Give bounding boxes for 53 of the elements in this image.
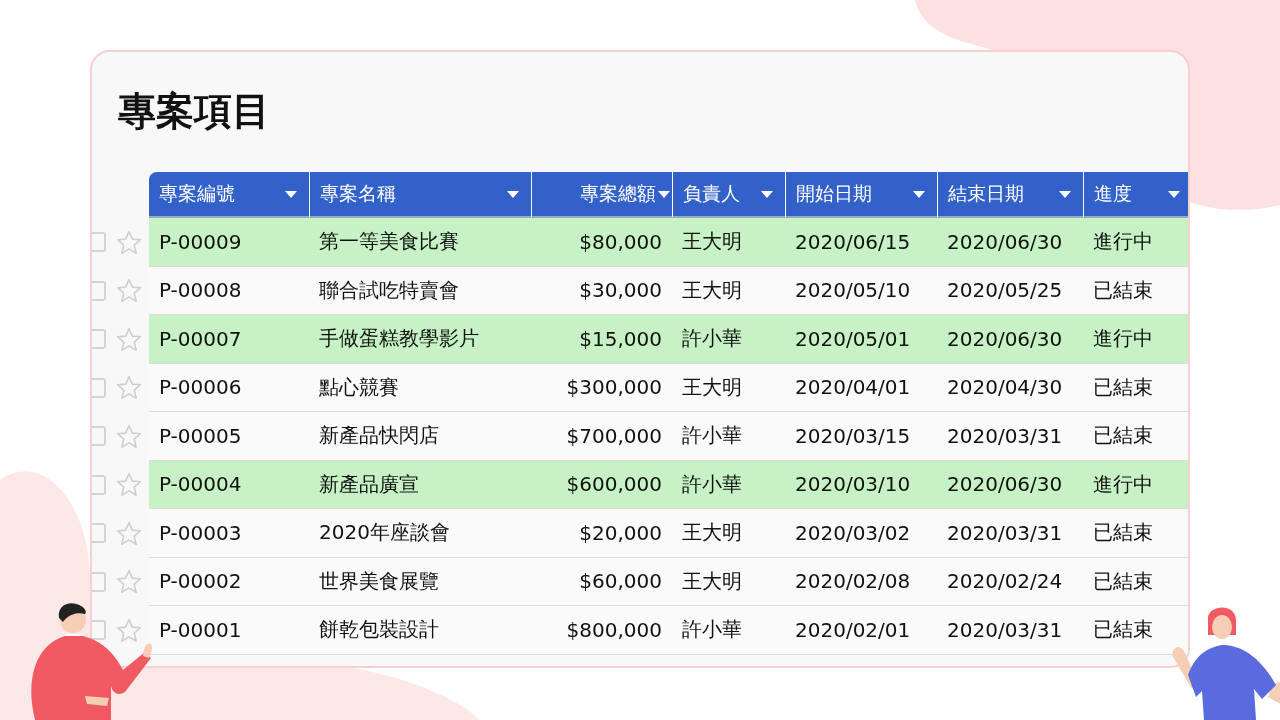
star-icon[interactable] — [116, 617, 142, 643]
table-cell: P-00007 — [149, 315, 309, 364]
table-cell: 許小華 — [672, 460, 785, 509]
checkbox[interactable] — [92, 426, 106, 447]
table-cell: $600,000 — [531, 460, 672, 509]
table-cell: 2020/06/30 — [937, 460, 1083, 509]
caret-icon — [1168, 190, 1180, 198]
table-cell: 進行中 — [1083, 218, 1188, 267]
star-icon[interactable] — [116, 423, 142, 449]
checkbox[interactable] — [92, 571, 106, 592]
table-cell: $15,000 — [531, 315, 672, 364]
column-header[interactable]: 專案編號 — [149, 172, 309, 218]
column-header[interactable]: 專案名稱 — [309, 172, 531, 218]
caret-icon — [507, 190, 519, 198]
caret-icon — [658, 190, 670, 198]
table-cell: 王大明 — [672, 218, 785, 267]
column-header[interactable]: 負責人 — [672, 172, 785, 218]
checkbox[interactable] — [92, 377, 106, 398]
table-cell: 許小華 — [672, 315, 785, 364]
caret-icon — [285, 190, 297, 198]
caret-icon — [913, 190, 925, 198]
table-cell: 新產品廣宣 — [309, 460, 531, 509]
star-icon[interactable] — [116, 278, 142, 304]
checkbox[interactable] — [92, 280, 106, 301]
table-cell: 進行中 — [1083, 460, 1188, 509]
column-header[interactable]: 專案總額 — [531, 172, 672, 218]
column-header[interactable]: 進度 — [1083, 172, 1188, 218]
checkbox[interactable] — [92, 232, 106, 253]
column-header[interactable]: 開始日期 — [785, 172, 937, 218]
table-cell: 2020/06/30 — [937, 315, 1083, 364]
table-cell: P-00009 — [149, 218, 309, 267]
table-cell: 手做蛋糕教學影片 — [309, 315, 531, 364]
checkbox[interactable] — [92, 523, 106, 544]
table-cell: P-00004 — [149, 460, 309, 509]
checkbox[interactable] — [92, 474, 106, 495]
table-cell: 第一等美食比賽 — [309, 218, 531, 267]
table-cell: 2020/06/30 — [937, 218, 1083, 267]
star-icon[interactable] — [116, 472, 142, 498]
table-cell: $80,000 — [531, 218, 672, 267]
star-icon[interactable] — [116, 326, 142, 352]
checkbox[interactable] — [92, 329, 106, 350]
star-icon[interactable] — [116, 520, 142, 546]
star-icon[interactable] — [116, 229, 142, 255]
star-icon[interactable] — [116, 569, 142, 595]
caret-icon — [761, 190, 773, 198]
table-cell: 2020/05/01 — [785, 315, 937, 364]
star-icon[interactable] — [116, 375, 142, 401]
table-cell: 2020/06/15 — [785, 218, 937, 267]
page-title: 專案項目 — [118, 92, 271, 135]
caret-icon — [1059, 190, 1071, 198]
table-cell: 2020/03/10 — [785, 460, 937, 509]
table-cell: 進行中 — [1083, 315, 1188, 364]
column-header[interactable]: 結束日期 — [937, 172, 1083, 218]
